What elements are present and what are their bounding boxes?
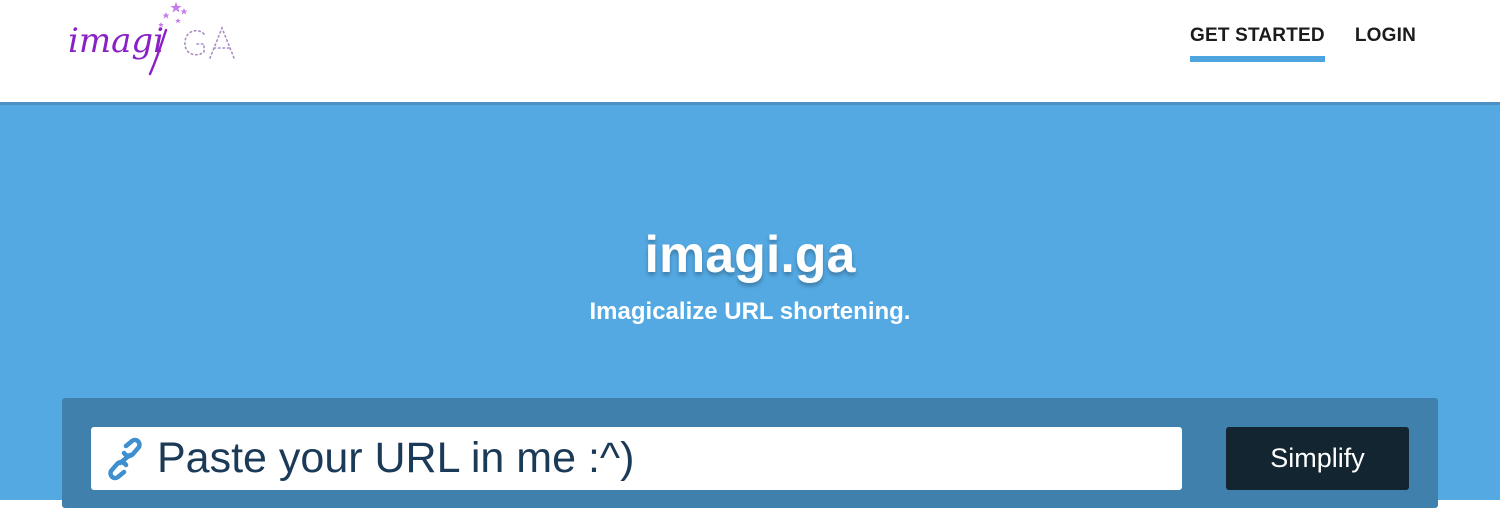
shortener-form: Simplify (62, 398, 1438, 508)
hero-section: imagi.ga Imagicalize URL shortening. Sim… (0, 105, 1500, 508)
url-field[interactable] (91, 427, 1182, 490)
site-header: imagi GET STARTED LOGIN (0, 0, 1500, 105)
hero-subtitle: Imagicalize URL shortening. (589, 298, 911, 325)
imagiga-logo[interactable]: imagi (66, 0, 241, 82)
link-icon (108, 437, 142, 480)
top-nav: GET STARTED LOGIN (1160, 0, 1416, 70)
nav-get-started[interactable]: GET STARTED (1189, 0, 1325, 62)
simplify-button[interactable]: Simplify (1226, 427, 1409, 490)
svg-text:imagi: imagi (68, 21, 164, 61)
url-input[interactable] (157, 428, 1157, 489)
nav-login[interactable]: LOGIN (1355, 0, 1416, 62)
hero-title: imagi.ga (644, 226, 856, 284)
